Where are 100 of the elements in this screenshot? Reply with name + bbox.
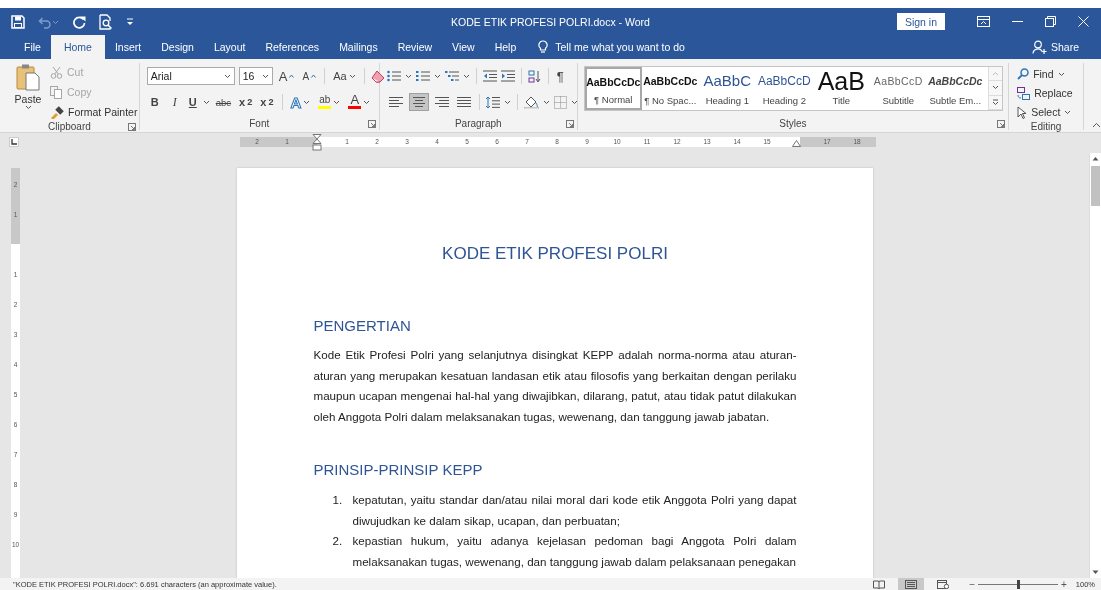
search-icon <box>1017 68 1030 80</box>
caret-icon[interactable] <box>404 73 412 79</box>
zoom-out-button[interactable]: − <box>966 578 978 590</box>
caret-icon[interactable] <box>202 99 210 105</box>
dialog-launcher-icon[interactable] <box>997 119 1006 128</box>
font-size-field[interactable]: 16 <box>238 67 273 85</box>
book-icon <box>873 579 886 589</box>
more-styles-icon[interactable] <box>991 98 999 106</box>
show-marks-button[interactable]: ¶ <box>554 67 566 85</box>
bullet-list-icon[interactable] <box>386 70 401 82</box>
multilevel-list-icon[interactable] <box>444 70 459 82</box>
increase-indent-icon[interactable] <box>500 70 515 82</box>
bold-button[interactable]: B <box>146 93 163 111</box>
ribbon-tab[interactable]: Design <box>151 35 204 59</box>
replace-button[interactable]: Replace <box>1017 84 1073 102</box>
align-left-icon <box>388 96 403 108</box>
font-name-field[interactable]: Arial <box>146 67 235 85</box>
paint-bucket-icon[interactable] <box>523 95 539 109</box>
eraser-icon[interactable] <box>370 69 386 83</box>
caret-icon[interactable] <box>261 73 269 79</box>
ribbon-display-options-icon[interactable] <box>977 16 990 27</box>
numbered-list-icon[interactable] <box>415 70 430 82</box>
caret-icon[interactable] <box>24 105 32 110</box>
paintbrush-icon <box>50 105 64 119</box>
caret-icon[interactable] <box>570 99 578 105</box>
ribbon-tab[interactable]: Help <box>484 35 527 59</box>
caret-icon[interactable] <box>433 73 441 79</box>
highlight-button[interactable]: ab <box>316 93 343 111</box>
ribbon-tab[interactable]: Insert <box>104 35 152 59</box>
page-icon <box>905 579 918 589</box>
scrollbar-thumb[interactable] <box>1091 166 1100 206</box>
caret-icon[interactable] <box>333 99 341 105</box>
clipboard-painter-button[interactable]: Format Painter <box>50 103 138 121</box>
repeat-icon[interactable] <box>72 14 86 29</box>
dialog-launcher-icon[interactable] <box>565 119 574 128</box>
caret-icon[interactable] <box>1057 71 1065 77</box>
sort-icon[interactable] <box>527 69 542 83</box>
person-add-icon <box>1031 40 1047 54</box>
style-preset[interactable]: AaBbCcDc ¶ Normal <box>584 67 642 110</box>
scissors-icon <box>50 65 63 79</box>
select-button[interactable]: Select <box>1017 103 1073 121</box>
indent-marker-icon[interactable] <box>312 133 322 151</box>
strikethrough-button[interactable]: abc <box>213 93 234 111</box>
sign-in-button[interactable]: Sign in <box>896 13 945 30</box>
window-title: KODE ETIK PROFESI POLRI.docx - Word <box>451 15 650 28</box>
caret-icon[interactable] <box>462 73 470 79</box>
find-button[interactable]: Find <box>1017 65 1073 83</box>
tab-stop-icon[interactable] <box>11 138 17 145</box>
print-view-button[interactable] <box>898 578 925 590</box>
ribbon-tab[interactable]: Home <box>50 35 105 59</box>
right-indent-icon[interactable] <box>792 139 801 147</box>
ribbon-tab[interactable]: View <box>442 35 485 59</box>
line-spacing-icon[interactable] <box>485 95 500 109</box>
underline-button[interactable]: U <box>186 93 199 111</box>
dialog-launcher-icon[interactable] <box>127 122 136 131</box>
style-preset[interactable]: AaBbC Heading 1 <box>698 67 756 110</box>
customize-icon[interactable] <box>126 16 134 27</box>
ribbon-tab[interactable]: References <box>255 35 330 59</box>
print-preview-icon[interactable] <box>99 13 113 30</box>
group-label: Paragraph <box>454 118 502 129</box>
paste-button[interactable]: Paste <box>10 63 46 121</box>
grow-font-button[interactable]: A <box>276 67 297 85</box>
style-preset[interactable]: AaB Title <box>812 67 870 110</box>
ribbon-tab[interactable]: File <box>14 35 51 59</box>
list-item-text: kepastian hukum, yaitu adanya kejelasan pedoman bagi Anggota Polri dalam melaksanakan tugas, wewenang, dan tanggung jawab dalam pelaksanaan penegakan <box>352 533 797 570</box>
ribbon-tab[interactable]: Layout <box>203 35 256 59</box>
caret-icon[interactable] <box>363 99 371 105</box>
caret-icon[interactable] <box>542 99 550 105</box>
tell-me-search-field[interactable]: Tell me what you want to do <box>555 41 685 53</box>
font-color-button[interactable]: A <box>346 93 373 111</box>
caret-icon <box>311 74 317 78</box>
align-center-button[interactable] <box>408 93 429 111</box>
restore-icon[interactable] <box>1045 16 1056 27</box>
change-case-button[interactable]: Aa <box>331 67 358 85</box>
caret-icon[interactable] <box>223 73 231 79</box>
zoom-in-button[interactable]: + <box>1057 578 1070 590</box>
close-icon[interactable] <box>1078 16 1089 27</box>
group-label: Font <box>249 118 270 129</box>
ribbon-tab[interactable]: Mailings <box>329 35 388 59</box>
caret-icon[interactable] <box>348 73 356 79</box>
style-preset[interactable]: AaBbCcDc Subtle Em... <box>926 67 984 110</box>
share-button[interactable]: Share <box>1025 35 1085 59</box>
collapse-ribbon-icon[interactable] <box>1092 122 1101 128</box>
document-title: KODE ETIK PROFESI POLRI <box>441 243 669 265</box>
caret-icon[interactable] <box>503 99 511 105</box>
style-preset[interactable]: AaBbCcD Heading 2 <box>755 67 813 110</box>
scroll-up-icon[interactable] <box>1092 156 1099 161</box>
style-preset[interactable]: AaBbCcD Subtitle <box>869 67 927 110</box>
save-icon[interactable] <box>11 14 25 29</box>
style-preset[interactable]: AaBbCcDc ¶ No Spac... <box>641 67 699 110</box>
shrink-font-button[interactable]: A <box>300 67 319 85</box>
decrease-indent-icon[interactable] <box>482 70 497 82</box>
italic-button[interactable]: I <box>166 93 183 111</box>
caret-icon[interactable] <box>303 99 311 105</box>
scroll-down-icon[interactable] <box>1092 570 1099 575</box>
caret-icon[interactable] <box>1064 109 1072 115</box>
zoom-slider-thumb[interactable] <box>1016 579 1020 589</box>
scroll-down-icon[interactable] <box>991 85 999 91</box>
ribbon-tab[interactable]: Review <box>387 35 443 59</box>
dialog-launcher-icon[interactable] <box>367 119 376 128</box>
